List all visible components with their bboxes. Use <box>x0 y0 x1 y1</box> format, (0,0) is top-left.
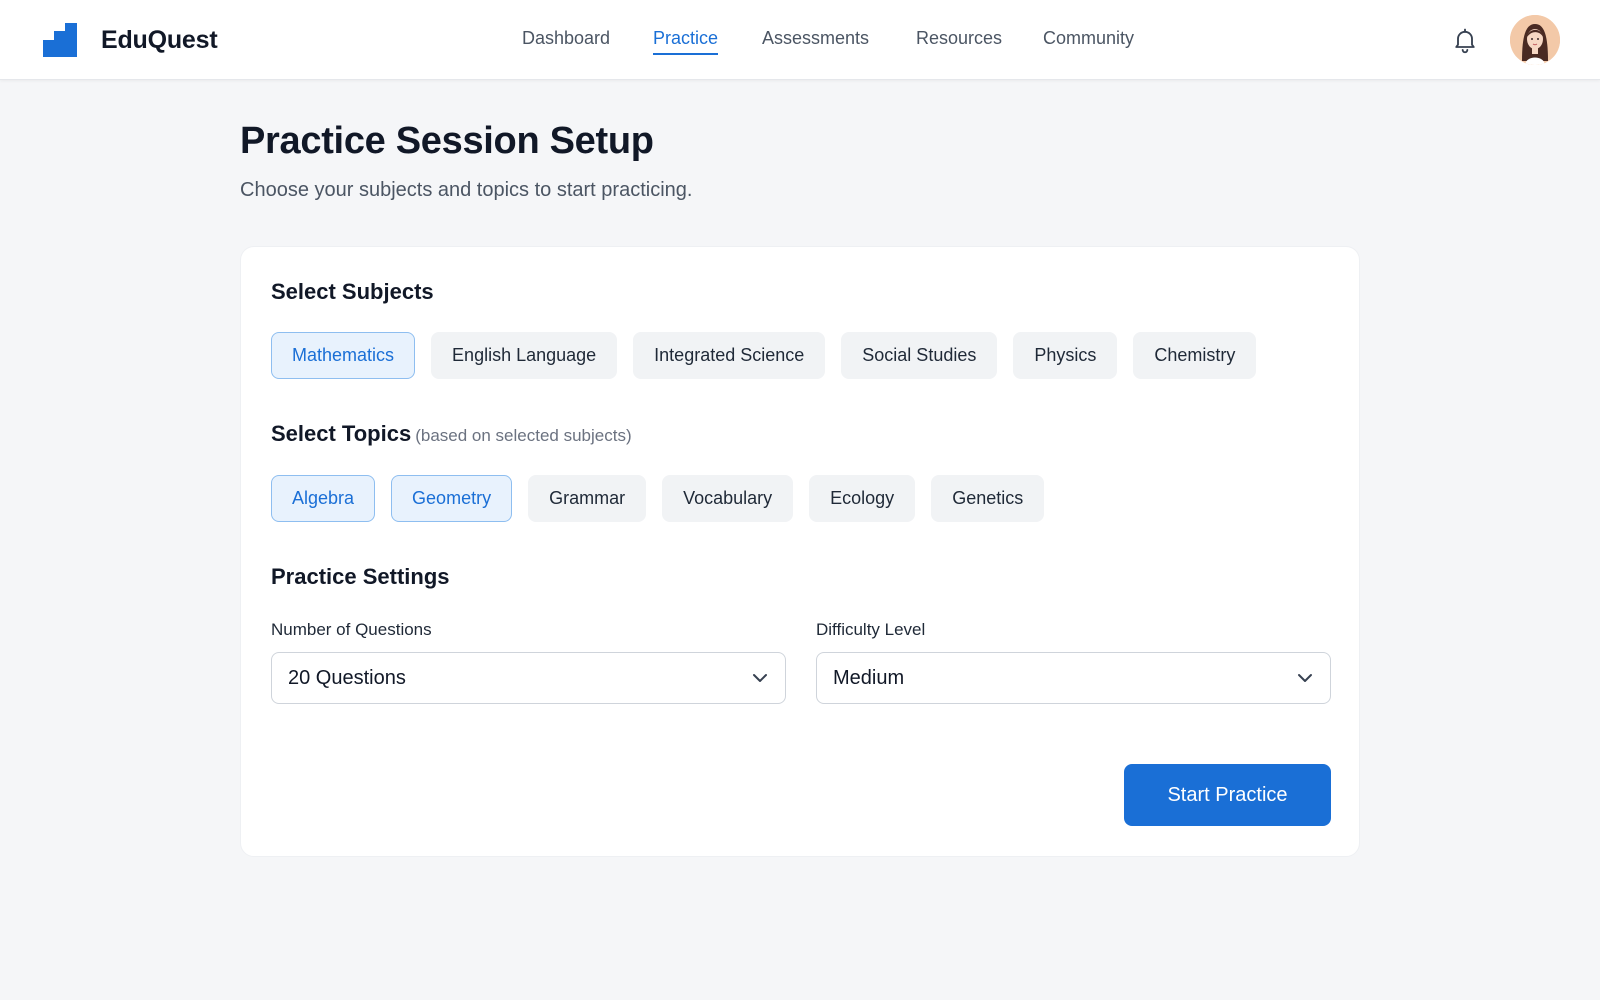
topic-chip-ecology[interactable]: Ecology <box>809 475 916 522</box>
questions-label: Number of Questions <box>271 620 432 639</box>
nav-link-assessments[interactable]: Assessments <box>762 28 869 49</box>
nav-link-dashboard[interactable]: Dashboard <box>522 28 610 49</box>
subject-chip-integrated-science[interactable]: Integrated Science <box>633 332 826 379</box>
chevron-down-icon <box>1298 674 1312 682</box>
topic-chip-grammar[interactable]: Grammar <box>528 475 647 522</box>
page-title: Practice Session Setup <box>240 120 654 162</box>
subjects-heading: Select Subjects <box>271 279 434 304</box>
topics-heading: Select Topics (based on selected subjects… <box>271 421 632 447</box>
topic-chips: Algebra Geometry Grammar Vocabulary Ecol… <box>271 475 1045 522</box>
subject-chip-social-studies[interactable]: Social Studies <box>841 332 998 379</box>
start-practice-button[interactable]: Start Practice <box>1124 764 1331 826</box>
topic-chip-vocabulary[interactable]: Vocabulary <box>662 475 794 522</box>
questions-select-value: 20 Questions <box>288 667 406 689</box>
avatar[interactable] <box>1510 15 1560 65</box>
subject-chip-mathematics[interactable]: Mathematics <box>271 332 416 379</box>
subject-chip-physics[interactable]: Physics <box>1013 332 1118 379</box>
questions-select[interactable]: 20 Questions <box>271 652 786 704</box>
nav-link-resources[interactable]: Resources <box>916 28 1002 49</box>
topics-heading-note: (based on selected subjects) <box>415 426 632 445</box>
practice-setup-card: Select Subjects Mathematics English Lang… <box>240 246 1360 857</box>
topic-chip-genetics[interactable]: Genetics <box>931 475 1045 522</box>
subject-chip-english-language[interactable]: English Language <box>431 332 618 379</box>
settings-heading: Practice Settings <box>271 564 450 589</box>
top-navigation-bar: EduQuest Dashboard Practice Assessments … <box>0 0 1600 80</box>
topic-chip-algebra[interactable]: Algebra <box>271 475 376 522</box>
topic-chip-geometry[interactable]: Geometry <box>391 475 513 522</box>
difficulty-label: Difficulty Level <box>816 620 926 639</box>
topics-heading-text: Select Topics <box>271 421 412 446</box>
nav-link-practice[interactable]: Practice <box>653 28 719 55</box>
bell-icon[interactable] <box>1451 26 1479 54</box>
difficulty-select-value: Medium <box>833 667 905 689</box>
main-nav: Dashboard Practice Assessments Resources… <box>0 0 1600 80</box>
page-subtitle: Choose your subjects and topics to start… <box>240 179 693 201</box>
nav-link-community[interactable]: Community <box>1043 28 1134 49</box>
chevron-down-icon <box>753 674 767 682</box>
difficulty-select[interactable]: Medium <box>816 652 1331 704</box>
subject-chips: Mathematics English Language Integrated … <box>271 332 1257 379</box>
subject-chip-chemistry[interactable]: Chemistry <box>1133 332 1257 379</box>
